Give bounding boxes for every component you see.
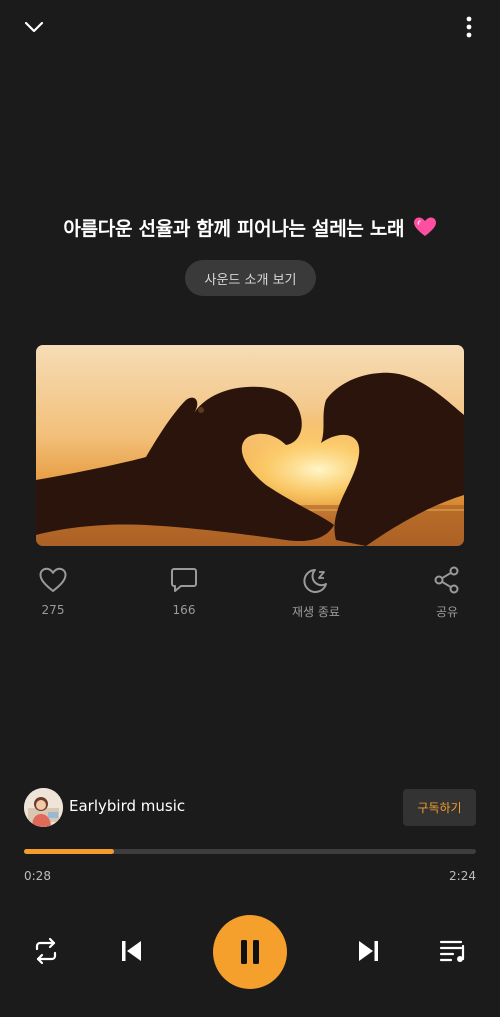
avatar[interactable] <box>24 788 63 827</box>
repeat-icon <box>35 937 57 965</box>
cover-image <box>36 345 464 546</box>
skip-next-icon <box>359 941 378 961</box>
previous-button[interactable] <box>111 915 151 987</box>
track-title: 아름다운 선율과 함께 피어나는 설레는 노래 <box>0 214 500 243</box>
channel-row: Earlybird music 구독하기 <box>24 787 476 827</box>
channel-name[interactable]: Earlybird music <box>69 797 185 815</box>
like-count: 275 <box>41 603 65 617</box>
sleep-timer-icon <box>303 569 327 593</box>
sleep-timer-button[interactable]: 재생 종료 <box>271 566 361 620</box>
playback-controls <box>0 915 500 989</box>
heart-icon <box>39 567 67 593</box>
more-options-button[interactable] <box>452 10 486 44</box>
current-time: 0:28 <box>24 869 51 883</box>
share-label: 공유 <box>435 605 459 619</box>
subscribe-button[interactable]: 구독하기 <box>403 789 476 826</box>
queue-button[interactable] <box>433 915 473 987</box>
track-title-text: 아름다운 선율과 함께 피어나는 설레는 노래 <box>63 218 405 240</box>
skip-previous-icon <box>122 941 141 961</box>
comment-icon <box>171 568 197 592</box>
sound-intro-button[interactable]: 사운드 소개 보기 <box>185 260 316 296</box>
comment-button[interactable]: 166 <box>139 566 229 617</box>
beating-heart-emoji <box>413 216 437 243</box>
chevron-down-icon <box>24 21 44 33</box>
share-button[interactable]: 공유 <box>402 566 492 620</box>
comment-count: 166 <box>172 603 196 617</box>
sleep-timer-label: 재생 종료 <box>292 605 340 619</box>
action-row: 275 166 재생 종료 공유 <box>0 566 500 630</box>
repeat-button[interactable] <box>26 915 66 987</box>
next-button[interactable] <box>349 915 389 987</box>
total-time: 2:24 <box>449 869 476 883</box>
more-vertical-icon <box>466 16 472 38</box>
playlist-icon <box>439 940 465 962</box>
pause-icon <box>241 940 259 964</box>
share-icon <box>434 566 459 594</box>
play-pause-button[interactable] <box>213 915 287 989</box>
collapse-button[interactable] <box>14 10 54 44</box>
progress-fill <box>24 849 115 854</box>
like-button[interactable]: 275 <box>8 566 98 617</box>
progress-bar[interactable] <box>24 849 476 854</box>
